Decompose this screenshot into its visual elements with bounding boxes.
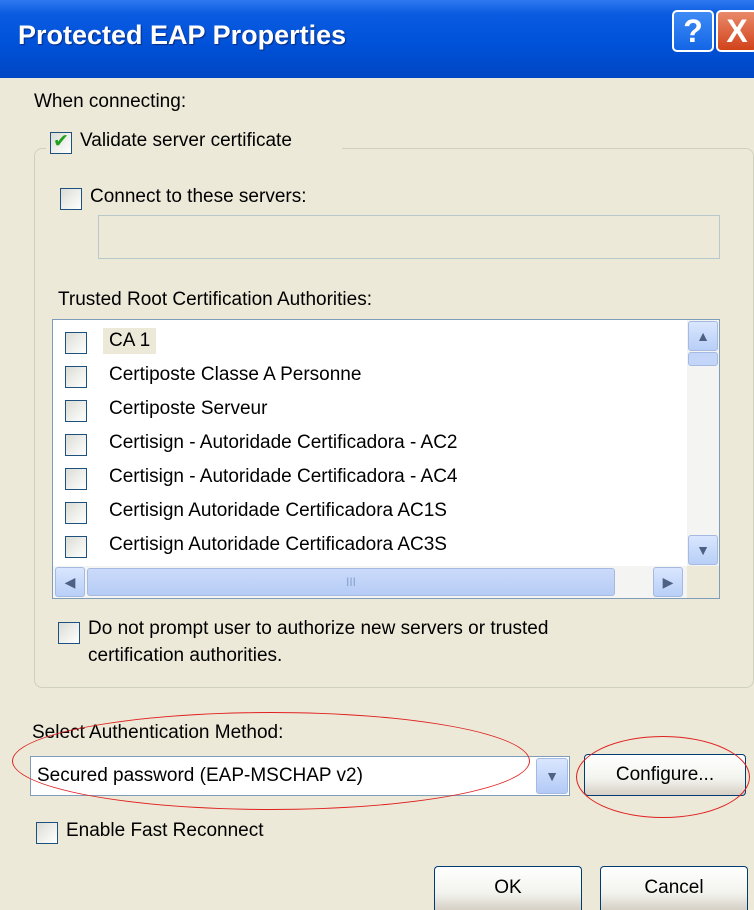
ca-label: Certisign - Autoridade Certificadora - A… bbox=[109, 466, 458, 487]
validate-cert-checkbox[interactable] bbox=[50, 130, 72, 154]
when-connecting-label: When connecting: bbox=[34, 91, 187, 112]
do-not-prompt-label-line2: certification authorities. bbox=[88, 645, 283, 666]
cancel-button[interactable]: Cancel bbox=[600, 866, 748, 910]
auth-method-select[interactable]: Secured password (EAP-MSCHAP v2) ▼ bbox=[30, 756, 570, 796]
window-title: Protected EAP Properties bbox=[18, 20, 347, 50]
ca-checkbox[interactable] bbox=[65, 332, 87, 354]
configure-button[interactable]: Configure... bbox=[584, 754, 746, 796]
validate-cert-label: Validate server certificate bbox=[80, 130, 292, 151]
scroll-right-button[interactable]: ▶ bbox=[653, 567, 683, 597]
close-button[interactable]: X bbox=[716, 10, 754, 52]
ca-checkbox[interactable] bbox=[65, 366, 87, 388]
ca-listbox[interactable]: CA 1 Certiposte Classe A Personne Certip… bbox=[52, 319, 720, 599]
scroll-down-button[interactable]: ▼ bbox=[688, 535, 718, 565]
chevron-down-icon: ▼ bbox=[696, 542, 710, 558]
scroll-corner bbox=[687, 566, 719, 598]
trusted-ca-label: Trusted Root Certification Authorities: bbox=[58, 289, 372, 310]
ca-label: Certisign Autoridade Certificadora AC1S bbox=[109, 500, 447, 521]
title-bar[interactable]: Protected EAP Properties ? X bbox=[0, 0, 754, 78]
auth-method-value: Secured password (EAP-MSCHAP v2) bbox=[37, 765, 363, 786]
do-not-prompt-checkbox[interactable] bbox=[58, 622, 80, 644]
grip-icon: III bbox=[345, 575, 356, 589]
connect-servers-label: Connect to these servers: bbox=[90, 186, 307, 207]
ca-checkbox[interactable] bbox=[65, 434, 87, 456]
ca-label: Certisign - Autoridade Certificadora - A… bbox=[109, 432, 458, 453]
ca-checkbox[interactable] bbox=[65, 468, 87, 490]
dropdown-button[interactable]: ▼ bbox=[536, 758, 568, 794]
help-icon: ? bbox=[683, 13, 703, 49]
ca-checkbox[interactable] bbox=[65, 502, 87, 524]
chevron-right-icon: ▶ bbox=[662, 574, 674, 590]
servers-input[interactable] bbox=[98, 215, 720, 259]
connect-servers-checkbox[interactable] bbox=[60, 188, 82, 210]
horizontal-scrollbar[interactable]: ◀ III ▶ bbox=[53, 566, 719, 598]
chevron-up-icon: ▲ bbox=[696, 328, 710, 344]
ca-checkbox[interactable] bbox=[65, 536, 87, 558]
ca-label: CA 1 bbox=[103, 328, 157, 354]
scroll-left-button[interactable]: ◀ bbox=[55, 567, 85, 597]
ca-label: Certiposte Serveur bbox=[109, 398, 268, 419]
ca-checkbox[interactable] bbox=[65, 400, 87, 422]
chevron-left-icon: ◀ bbox=[64, 574, 76, 590]
help-button[interactable]: ? bbox=[672, 10, 714, 52]
vertical-scroll-thumb[interactable] bbox=[688, 352, 718, 366]
ca-label: Certiposte Classe A Personne bbox=[109, 364, 362, 385]
vertical-scrollbar[interactable]: ▲ ▼ bbox=[687, 320, 719, 566]
chevron-down-icon: ▼ bbox=[545, 768, 559, 784]
ca-label: Certisign Autoridade Certificadora AC3S bbox=[109, 534, 447, 555]
ok-button[interactable]: OK bbox=[434, 866, 582, 910]
close-icon: X bbox=[726, 13, 748, 49]
scroll-up-button[interactable]: ▲ bbox=[688, 321, 718, 351]
fast-reconnect-label: Enable Fast Reconnect bbox=[66, 820, 264, 841]
fast-reconnect-checkbox[interactable] bbox=[36, 822, 58, 844]
horizontal-scroll-thumb[interactable]: III bbox=[87, 568, 615, 596]
do-not-prompt-label-line1: Do not prompt user to authorize new serv… bbox=[88, 618, 549, 639]
auth-method-label: Select Authentication Method: bbox=[32, 722, 284, 743]
